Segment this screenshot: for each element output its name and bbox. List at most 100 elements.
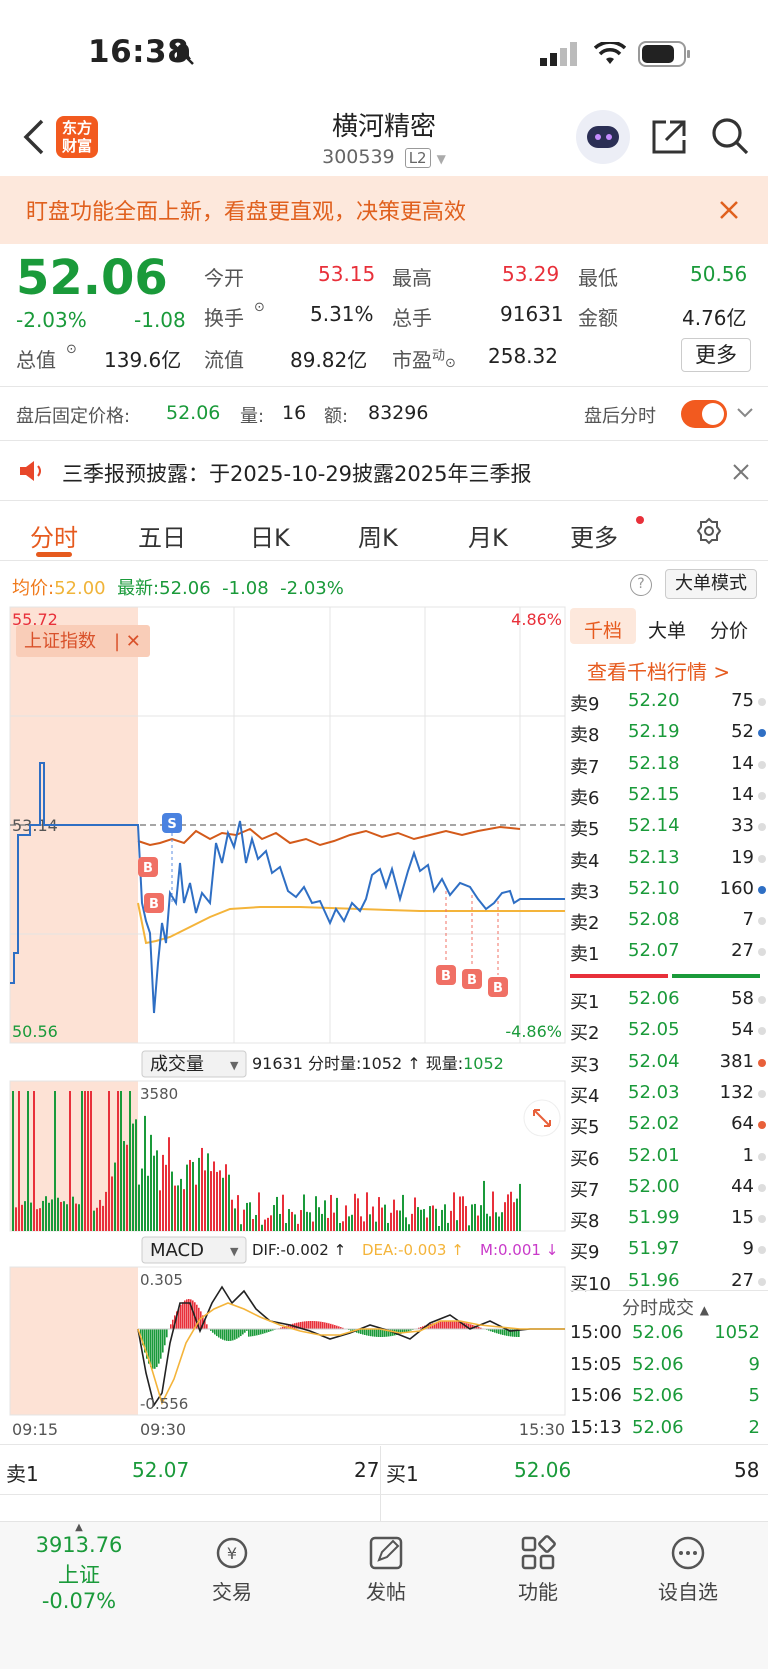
- macd-bar: [206, 1324, 208, 1329]
- tab-five-day[interactable]: 五日: [138, 518, 186, 553]
- tab-more[interactable]: 更多: [570, 518, 618, 553]
- tab-monthly-k[interactable]: 月K: [468, 518, 508, 553]
- bid-row[interactable]: 买3 52.04 381: [570, 1051, 768, 1082]
- ask-row[interactable]: 卖1 52.07 27: [570, 940, 768, 971]
- bid-row[interactable]: 买4 52.03 132: [570, 1082, 768, 1113]
- tab-daily-k[interactable]: 日K: [250, 518, 290, 553]
- level1-bid-price: 52.06: [514, 1458, 572, 1482]
- macd-bar: [448, 1321, 450, 1329]
- last-price: 52.06: [16, 250, 168, 306]
- nav-trade[interactable]: ¥ 交易: [182, 1534, 282, 1605]
- bid-row[interactable]: 买2 52.05 54: [570, 1019, 768, 1050]
- bid-row[interactable]: 买1 52.06 58: [570, 988, 768, 1019]
- macd-bar: [228, 1329, 230, 1341]
- more-button[interactable]: 更多: [681, 338, 751, 372]
- nav-add-watchlist[interactable]: 设自选: [638, 1534, 738, 1605]
- volume-bar: [111, 1176, 113, 1231]
- macd-bar: [222, 1329, 224, 1340]
- settings-gear-icon[interactable]: [694, 516, 724, 546]
- share-icon[interactable]: [650, 118, 688, 156]
- tab-intraday[interactable]: 分时: [30, 518, 78, 553]
- chevron-down-icon[interactable]: [736, 406, 754, 420]
- volume-bar: [285, 1223, 287, 1231]
- intraday-chart[interactable]: 55.72 53.14 50.56 4.86% -4.86% 上证指数 | ✕ …: [0, 603, 570, 1443]
- info-icon[interactable]: ⊙: [66, 342, 77, 357]
- level-label: 买7: [570, 1179, 600, 1201]
- macd-bar: [454, 1321, 456, 1329]
- macd-bar: [328, 1323, 330, 1329]
- tab-price-dist[interactable]: 分价: [710, 616, 748, 643]
- level-dot: [758, 791, 766, 800]
- volume-bar: [222, 1177, 224, 1231]
- info-icon[interactable]: ⊙: [445, 356, 456, 371]
- volume-bar: [363, 1221, 365, 1231]
- after-hours-toggle[interactable]: [681, 400, 727, 428]
- buy-sell-ratio-green: [672, 974, 760, 978]
- promo-banner[interactable]: 盯盘功能全面上新，看盘更直观，决策更高效: [0, 176, 768, 244]
- ask-row[interactable]: 卖3 52.10 160: [570, 878, 768, 909]
- ask-row[interactable]: 卖5 52.14 33: [570, 815, 768, 846]
- volume-bar: [249, 1202, 251, 1231]
- bid-row[interactable]: 买9 51.97 9: [570, 1238, 768, 1269]
- ask-row[interactable]: 卖6 52.15 14: [570, 784, 768, 815]
- volume-bar: [342, 1221, 344, 1231]
- close-icon[interactable]: [719, 200, 739, 220]
- volume-bar: [135, 1119, 137, 1231]
- wifi-icon: [594, 42, 626, 64]
- bid-row[interactable]: 买6 52.01 1: [570, 1145, 768, 1176]
- volume-bar: [150, 1134, 152, 1231]
- macd-bar: [362, 1329, 364, 1335]
- level-dot: [758, 1152, 766, 1161]
- volume-bar: [447, 1222, 449, 1231]
- big-order-mode-button[interactable]: 大单模式: [665, 569, 757, 599]
- volume-bar: [183, 1189, 185, 1231]
- promo-text: 盯盘功能全面上新，看盘更直观，决策更高效: [26, 200, 467, 225]
- level-dot: [758, 729, 766, 738]
- level-dot: [758, 1215, 766, 1224]
- search-icon[interactable]: [710, 116, 750, 156]
- volume-bar: [96, 1207, 98, 1231]
- bid-row[interactable]: 买5 52.02 64: [570, 1113, 768, 1144]
- volume-bar: [204, 1170, 206, 1231]
- close-icon[interactable]: [732, 463, 750, 481]
- volume-bar: [453, 1192, 455, 1231]
- macd-bar: [166, 1329, 168, 1338]
- macd-bar: [330, 1323, 332, 1329]
- volume-bar: [294, 1214, 296, 1231]
- high-value: 53.29: [502, 262, 560, 286]
- tab-depth[interactable]: 千档: [584, 616, 622, 643]
- earnings-notice[interactable]: 三季报预披露：于2025-10-29披露2025年三季报: [62, 458, 531, 488]
- pe-label: 市盈动⊙: [392, 348, 456, 372]
- ask-row[interactable]: 卖2 52.08 7: [570, 909, 768, 940]
- ask-row[interactable]: 卖7 52.18 14: [570, 753, 768, 784]
- tab-big-orders[interactable]: 大单: [648, 616, 686, 643]
- macd-bar: [442, 1321, 444, 1329]
- macd-bar: [234, 1329, 236, 1340]
- volume-bar: [189, 1159, 191, 1231]
- level-volume: 75: [731, 690, 754, 711]
- ask-row[interactable]: 卖8 52.19 52: [570, 721, 768, 752]
- bid-row[interactable]: 买7 52.00 44: [570, 1176, 768, 1207]
- nav-functions[interactable]: 功能: [488, 1534, 588, 1605]
- level1-ask-price: 52.07: [132, 1458, 190, 1482]
- volume-bar: [507, 1194, 509, 1231]
- divider: [0, 386, 768, 387]
- bid-row[interactable]: 买8 51.99 15: [570, 1207, 768, 1238]
- nav-post[interactable]: 发帖: [336, 1534, 436, 1605]
- assistant-robot-icon[interactable]: [576, 110, 630, 164]
- help-icon[interactable]: ?: [630, 574, 652, 596]
- volume-bar: [336, 1197, 338, 1231]
- level-dot: [758, 1121, 766, 1130]
- level-price: 52.04: [628, 1050, 680, 1072]
- trades-title[interactable]: 分时成交 ▲: [622, 1294, 709, 1320]
- info-icon[interactable]: ⊙: [254, 300, 265, 315]
- index-ticker[interactable]: ▲ 3913.76 上证 -0.07%: [18, 1522, 140, 1613]
- ask-row[interactable]: 卖4 52.13 19: [570, 847, 768, 878]
- macd-dea: DEA:-0.003 ↑: [362, 1241, 464, 1259]
- more-dots-icon: [671, 1536, 705, 1570]
- remove-overlay-icon[interactable]: | ✕: [114, 631, 141, 652]
- ask-row[interactable]: 卖9 52.20 75: [570, 690, 768, 721]
- after-hours-toggle-label: 盘后分时: [584, 406, 656, 427]
- view-depth-link[interactable]: 查看千档行情 >: [587, 656, 730, 685]
- tab-weekly-k[interactable]: 周K: [358, 518, 398, 553]
